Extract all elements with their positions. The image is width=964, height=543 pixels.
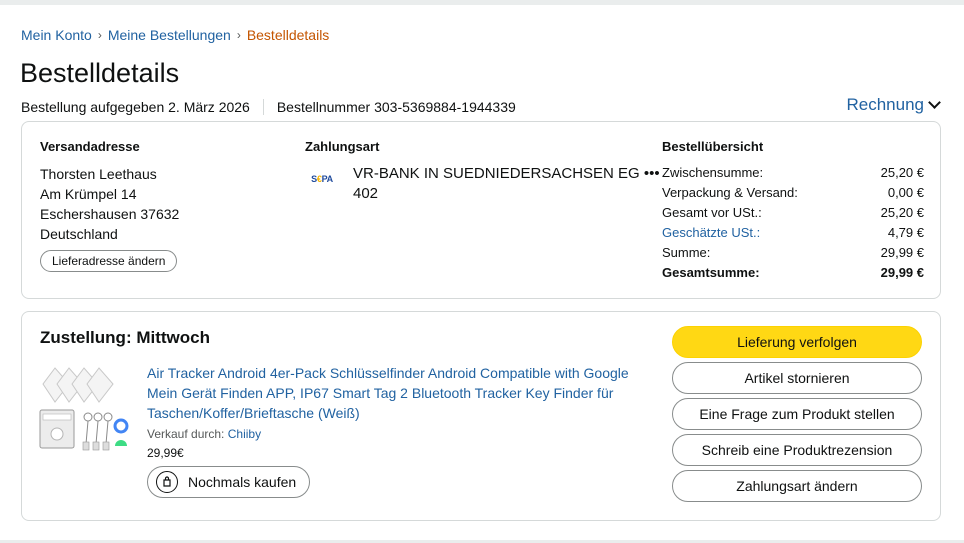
meta-divider xyxy=(262,99,264,115)
total-row-grand-total: Gesamtsumme: 29,99 € xyxy=(662,263,924,283)
total-value: 0,00 € xyxy=(887,185,924,200)
invoice-label: Rechnung xyxy=(846,95,924,114)
total-row-shipping: Verpackung & Versand: 0,00 € xyxy=(662,183,924,203)
track-package-button[interactable]: Lieferung verfolgen xyxy=(672,326,922,358)
invoice-dropdown[interactable]: Rechnung xyxy=(846,95,941,115)
total-row-tax: Geschätzte USt.: 4,79 € xyxy=(662,223,924,243)
buy-again-label: Nochmals kaufen xyxy=(188,474,297,490)
address-line: Thorsten Leethaus xyxy=(40,166,157,182)
order-totals-section: Bestellübersicht Zwischensumme: 25,20 € … xyxy=(662,139,924,283)
total-label: Zwischensumme: xyxy=(662,165,764,180)
order-number: Bestellnummer 303-5369884-1944339 xyxy=(276,99,516,115)
page-title: Bestelldetails xyxy=(20,58,180,88)
breadcrumb-my-orders[interactable]: Meine Bestellungen xyxy=(108,27,231,43)
chevron-down-icon xyxy=(928,95,941,109)
payment-title: Zahlungsart xyxy=(305,139,380,154)
total-label: Gesamtsumme: xyxy=(662,265,760,280)
payment-method: VR-BANK IN SUEDNIEDERSACHSEN EG ••• 402 xyxy=(353,165,660,202)
address-line: Eschershausen 37632 xyxy=(40,206,180,222)
total-value: 25,20 € xyxy=(880,205,924,220)
product-image[interactable] xyxy=(39,362,134,454)
total-value: 4,79 € xyxy=(887,225,924,240)
total-value: 29,99 € xyxy=(880,245,924,260)
delivery-actions: Lieferung verfolgen Artikel stornieren E… xyxy=(672,326,922,506)
tax-info-link[interactable]: Geschätzte USt.: xyxy=(662,223,760,243)
shipping-address-section: Versandadresse Thorsten Leethaus Am Krüm… xyxy=(40,139,179,272)
total-label: Gesamt vor USt.: xyxy=(662,205,762,220)
buy-again-icon xyxy=(156,471,178,493)
breadcrumb: Mein Konto › Meine Bestellungen › Bestel… xyxy=(21,27,329,43)
shipping-title: Versandadresse xyxy=(40,139,140,154)
seller-info: Verkauf durch: Chiiby xyxy=(147,427,647,441)
total-label: Verpackung & Versand: xyxy=(662,185,798,200)
breadcrumb-my-account[interactable]: Mein Konto xyxy=(21,27,92,43)
sepa-icon: S € PA xyxy=(311,174,333,184)
total-row-before-tax: Gesamt vor USt.: 25,20 € xyxy=(662,203,924,223)
write-review-button[interactable]: Schreib eine Produktrezension xyxy=(672,434,922,466)
breadcrumb-current: Bestelldetails xyxy=(246,27,330,43)
order-meta: Bestellung aufgegeben 2. März 2026 Beste… xyxy=(21,99,516,115)
breadcrumb-separator: › xyxy=(236,28,241,42)
totals-title: Bestellübersicht xyxy=(662,139,764,154)
change-payment-button[interactable]: Zahlungsart ändern xyxy=(672,470,922,502)
seller-label: Verkauf durch: xyxy=(147,427,225,441)
change-address-button[interactable]: Lieferadresse ändern xyxy=(40,250,178,272)
buy-again-button[interactable]: Nochmals kaufen xyxy=(147,466,311,498)
payment-section: Zahlungsart S € PA VR-BANK IN SUEDNIEDERSA… xyxy=(305,139,663,204)
total-value: 29,99 € xyxy=(880,265,924,280)
shipping-address: Thorsten Leethaus Am Krümpel 14 Eschersh… xyxy=(40,164,179,244)
delivery-title: Zustellung: Mittwoch xyxy=(40,328,210,347)
total-row-sum: Summe: 29,99 € xyxy=(662,243,924,263)
seller-link[interactable]: Chiiby xyxy=(228,427,261,441)
address-line: Am Krümpel 14 xyxy=(40,186,137,202)
cancel-items-button[interactable]: Artikel stornieren xyxy=(672,362,922,394)
product-info: Air Tracker Android 4er-Pack Schlüsselfi… xyxy=(147,363,647,498)
product-price: 29,99€ xyxy=(147,446,184,460)
product-title-link[interactable]: Air Tracker Android 4er-Pack Schlüsselfi… xyxy=(147,363,647,423)
total-row-subtotal: Zwischensumme: 25,20 € xyxy=(662,163,924,183)
address-line: Deutschland xyxy=(40,226,118,242)
breadcrumb-separator: › xyxy=(97,28,102,42)
order-date: Bestellung aufgegeben 2. März 2026 xyxy=(21,99,250,115)
total-label: Summe: xyxy=(662,245,711,260)
order-summary-card: Versandadresse Thorsten Leethaus Am Krüm… xyxy=(21,121,941,299)
top-frame-border xyxy=(0,0,964,5)
ask-product-question-button[interactable]: Eine Frage zum Produkt stellen xyxy=(672,398,922,430)
delivery-card: Zustellung: Mittwoch Air Tracker Android… xyxy=(21,311,941,521)
total-value: 25,20 € xyxy=(880,165,924,180)
